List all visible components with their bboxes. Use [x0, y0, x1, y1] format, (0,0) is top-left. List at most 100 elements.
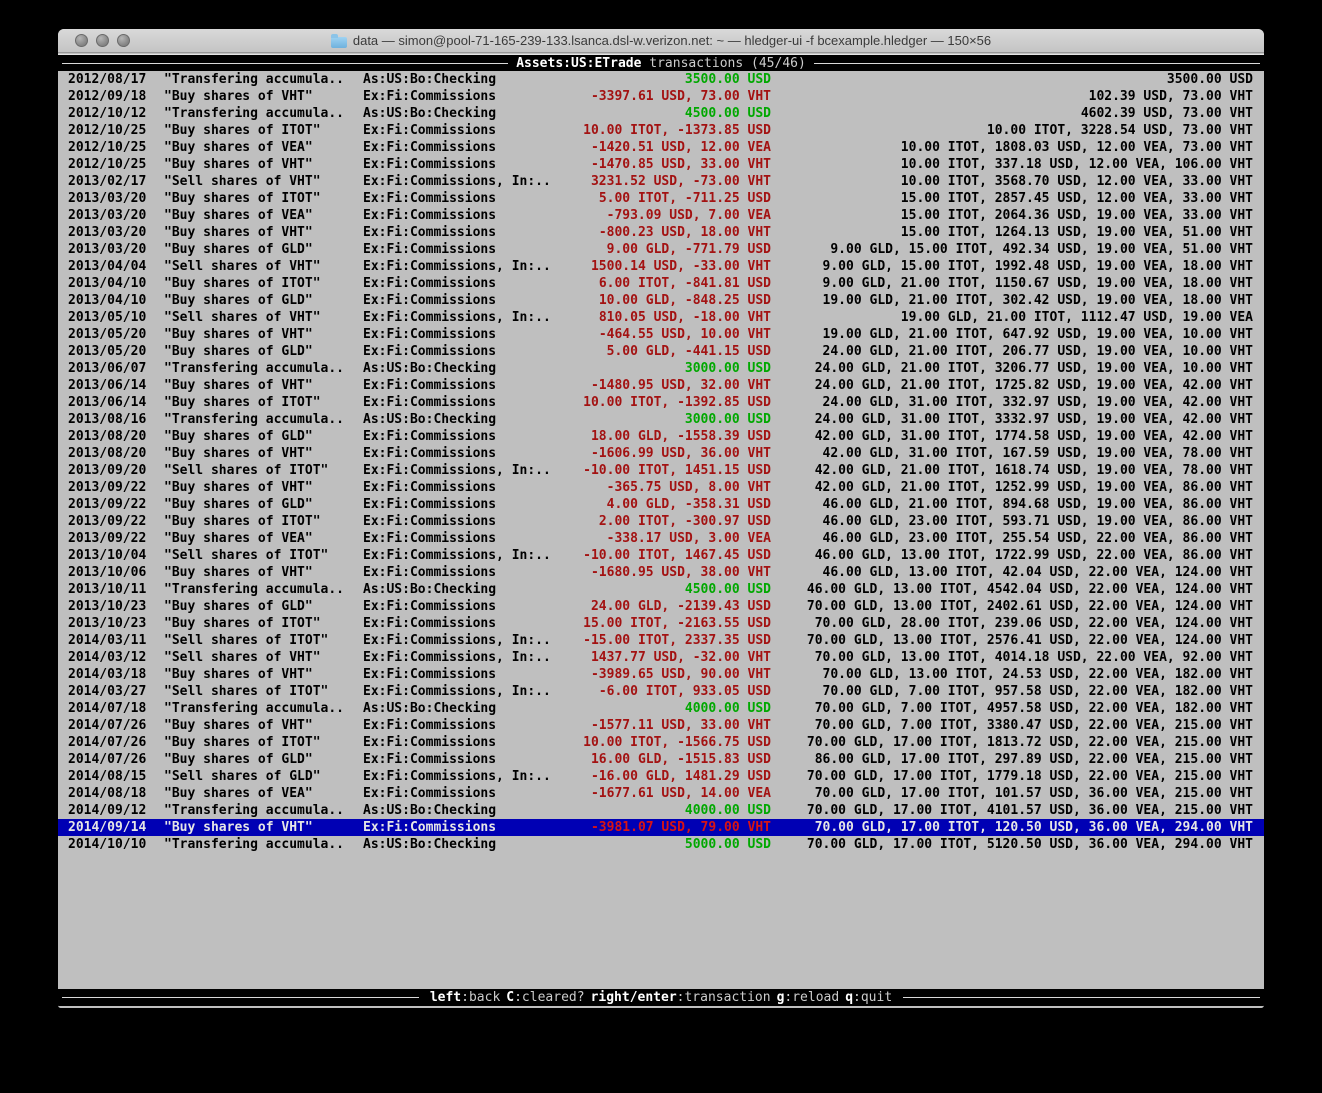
transaction-row[interactable]: 2013/10/23 "Buy shares of GLD" Ex:Fi:Com…: [58, 598, 1264, 615]
tx-date: 2012/10/12: [68, 105, 164, 122]
tx-account: As:US:Bo:Checking: [363, 411, 573, 428]
divider-line: [62, 63, 508, 64]
transaction-row[interactable]: 2014/03/18 "Buy shares of VHT" Ex:Fi:Com…: [58, 666, 1264, 683]
tx-description: "Transfering accumula..: [164, 71, 363, 88]
tx-account: As:US:Bo:Checking: [363, 360, 573, 377]
transaction-row[interactable]: 2013/03/20 "Buy shares of VHT" Ex:Fi:Com…: [58, 224, 1264, 241]
tx-change: -3981.07 USD, 79.00 VHT: [573, 819, 771, 836]
tx-account: Ex:Fi:Commissions: [363, 122, 573, 139]
tx-description: "Buy shares of VHT": [164, 666, 363, 683]
transaction-row[interactable]: 2013/04/04 "Sell shares of VHT" Ex:Fi:Co…: [58, 258, 1264, 275]
transaction-row[interactable]: 2013/06/07 "Transfering accumula.. As:US…: [58, 360, 1264, 377]
keybinding-hint: right/enter:transaction: [591, 990, 771, 1005]
tx-change: 18.00 GLD, -1558.39 USD: [573, 428, 771, 445]
tx-change: 9.00 GLD, -771.79 USD: [573, 241, 771, 258]
tx-change: -16.00 GLD, 1481.29 USD: [573, 768, 771, 785]
transaction-row[interactable]: 2013/09/22 "Buy shares of GLD" Ex:Fi:Com…: [58, 496, 1264, 513]
transaction-row[interactable]: 2012/10/25 "Buy shares of VEA" Ex:Fi:Com…: [58, 139, 1264, 156]
tx-description: "Buy shares of VHT": [164, 88, 363, 105]
tx-change: 10.00 GLD, -848.25 USD: [573, 292, 771, 309]
transaction-row[interactable]: 2014/03/27 "Sell shares of ITOT" Ex:Fi:C…: [58, 683, 1264, 700]
tx-balance: 10.00 ITOT, 337.18 USD, 12.00 VEA, 106.0…: [771, 156, 1253, 173]
tx-balance: 15.00 ITOT, 2064.36 USD, 19.00 VEA, 33.0…: [771, 207, 1253, 224]
transaction-row[interactable]: 2013/10/04 "Sell shares of ITOT" Ex:Fi:C…: [58, 547, 1264, 564]
tx-change: -1420.51 USD, 12.00 VEA: [573, 139, 771, 156]
transaction-row[interactable]: 2013/03/20 "Buy shares of GLD" Ex:Fi:Com…: [58, 241, 1264, 258]
transaction-row[interactable]: 2013/06/14 "Buy shares of VHT" Ex:Fi:Com…: [58, 377, 1264, 394]
transaction-row[interactable]: 2013/05/10 "Sell shares of VHT" Ex:Fi:Co…: [58, 309, 1264, 326]
tx-account: Ex:Fi:Commissions: [363, 343, 573, 360]
tx-date: 2013/10/23: [68, 615, 164, 632]
tx-balance: 24.00 GLD, 31.00 ITOT, 3332.97 USD, 19.0…: [771, 411, 1253, 428]
transaction-row[interactable]: 2014/07/18 "Transfering accumula.. As:US…: [58, 700, 1264, 717]
transaction-row[interactable]: 2014/08/18 "Buy shares of VEA" Ex:Fi:Com…: [58, 785, 1264, 802]
transaction-row[interactable]: 2014/03/11 "Sell shares of ITOT" Ex:Fi:C…: [58, 632, 1264, 649]
transaction-row[interactable]: 2013/03/20 "Buy shares of VEA" Ex:Fi:Com…: [58, 207, 1264, 224]
tx-account: Ex:Fi:Commissions: [363, 156, 573, 173]
tx-change: -10.00 ITOT, 1467.45 USD: [573, 547, 771, 564]
transaction-row[interactable]: 2013/10/11 "Transfering accumula.. As:US…: [58, 581, 1264, 598]
tx-account: Ex:Fi:Commissions: [363, 190, 573, 207]
transaction-row[interactable]: 2014/09/14 "Buy shares of VHT" Ex:Fi:Com…: [58, 819, 1264, 836]
transaction-row[interactable]: 2013/09/22 "Buy shares of VHT" Ex:Fi:Com…: [58, 479, 1264, 496]
transaction-row[interactable]: 2013/06/14 "Buy shares of ITOT" Ex:Fi:Co…: [58, 394, 1264, 411]
transaction-row[interactable]: 2014/08/15 "Sell shares of GLD" Ex:Fi:Co…: [58, 768, 1264, 785]
transaction-row[interactable]: 2012/10/25 "Buy shares of ITOT" Ex:Fi:Co…: [58, 122, 1264, 139]
transaction-row[interactable]: 2012/10/12 "Transfering accumula.. As:US…: [58, 105, 1264, 122]
tx-description: "Buy shares of VHT": [164, 564, 363, 581]
transaction-row[interactable]: 2014/10/10 "Transfering accumula.. As:US…: [58, 836, 1264, 853]
tx-balance: 70.00 GLD, 7.00 ITOT, 3380.47 USD, 22.00…: [771, 717, 1253, 734]
transaction-row[interactable]: 2013/09/22 "Buy shares of VEA" Ex:Fi:Com…: [58, 530, 1264, 547]
transaction-row[interactable]: 2014/07/26 "Buy shares of GLD" Ex:Fi:Com…: [58, 751, 1264, 768]
tx-balance: 4602.39 USD, 73.00 VHT: [771, 105, 1253, 122]
folder-icon: [331, 37, 347, 48]
tx-balance: 24.00 GLD, 21.00 ITOT, 1725.82 USD, 19.0…: [771, 377, 1253, 394]
transaction-row[interactable]: 2013/09/22 "Buy shares of ITOT" Ex:Fi:Co…: [58, 513, 1264, 530]
transaction-row[interactable]: 2013/10/06 "Buy shares of VHT" Ex:Fi:Com…: [58, 564, 1264, 581]
tx-change: -10.00 ITOT, 1451.15 USD: [573, 462, 771, 479]
tx-description: "Buy shares of VHT": [164, 445, 363, 462]
transaction-row[interactable]: 2012/09/18 "Buy shares of VHT" Ex:Fi:Com…: [58, 88, 1264, 105]
tx-balance: 70.00 GLD, 17.00 ITOT, 4101.57 USD, 36.0…: [771, 802, 1253, 819]
window-titlebar[interactable]: data — simon@pool-71-165-239-133.lsanca.…: [58, 29, 1264, 53]
tx-description: "Buy shares of GLD": [164, 292, 363, 309]
transaction-row[interactable]: 2014/07/26 "Buy shares of ITOT" Ex:Fi:Co…: [58, 734, 1264, 751]
transaction-row[interactable]: 2013/08/20 "Buy shares of GLD" Ex:Fi:Com…: [58, 428, 1264, 445]
transaction-row[interactable]: 2013/05/20 "Buy shares of VHT" Ex:Fi:Com…: [58, 326, 1264, 343]
transaction-row[interactable]: 2013/05/20 "Buy shares of GLD" Ex:Fi:Com…: [58, 343, 1264, 360]
register-header-bar: Assets:US:ETrade transactions (45/46): [58, 54, 1264, 71]
tx-date: 2013/02/17: [68, 173, 164, 190]
tx-change: 3231.52 USD, -73.00 VHT: [573, 173, 771, 190]
transaction-row[interactable]: 2013/02/17 "Sell shares of VHT" Ex:Fi:Co…: [58, 173, 1264, 190]
tx-change: 16.00 GLD, -1515.83 USD: [573, 751, 771, 768]
transaction-row[interactable]: 2014/03/12 "Sell shares of VHT" Ex:Fi:Co…: [58, 649, 1264, 666]
transaction-row[interactable]: 2013/09/20 "Sell shares of ITOT" Ex:Fi:C…: [58, 462, 1264, 479]
tx-date: 2014/07/26: [68, 717, 164, 734]
transaction-row[interactable]: 2013/08/16 "Transfering accumula.. As:US…: [58, 411, 1264, 428]
minimize-button[interactable]: [96, 34, 109, 47]
tx-account: Ex:Fi:Commissions: [363, 496, 573, 513]
register-header: Assets:US:ETrade transactions (45/46): [512, 56, 810, 71]
transaction-row[interactable]: 2013/04/10 "Buy shares of ITOT" Ex:Fi:Co…: [58, 275, 1264, 292]
tx-balance: 24.00 GLD, 21.00 ITOT, 206.77 USD, 19.00…: [771, 343, 1253, 360]
transaction-row[interactable]: 2012/10/25 "Buy shares of VHT" Ex:Fi:Com…: [58, 156, 1264, 173]
transaction-row[interactable]: 2012/08/17 "Transfering accumula.. As:US…: [58, 71, 1264, 88]
tx-change: -464.55 USD, 10.00 VHT: [573, 326, 771, 343]
tx-change: 10.00 ITOT, -1373.85 USD: [573, 122, 771, 139]
close-button[interactable]: [75, 34, 88, 47]
transaction-row[interactable]: 2014/09/12 "Transfering accumula.. As:US…: [58, 802, 1264, 819]
transaction-row[interactable]: 2013/04/10 "Buy shares of GLD" Ex:Fi:Com…: [58, 292, 1264, 309]
tx-account: Ex:Fi:Commissions, In:..: [363, 683, 573, 700]
zoom-button[interactable]: [117, 34, 130, 47]
tx-date: 2013/04/04: [68, 258, 164, 275]
tx-date: 2013/03/20: [68, 190, 164, 207]
transaction-row[interactable]: 2013/08/20 "Buy shares of VHT" Ex:Fi:Com…: [58, 445, 1264, 462]
tx-description: "Buy shares of VHT": [164, 377, 363, 394]
transaction-row[interactable]: 2013/03/20 "Buy shares of ITOT" Ex:Fi:Co…: [58, 190, 1264, 207]
tx-date: 2013/03/20: [68, 224, 164, 241]
tx-date: 2014/08/18: [68, 785, 164, 802]
tx-balance: 70.00 GLD, 17.00 ITOT, 1779.18 USD, 22.0…: [771, 768, 1253, 785]
tx-change: 3000.00 USD: [573, 411, 771, 428]
transaction-row[interactable]: 2014/07/26 "Buy shares of VHT" Ex:Fi:Com…: [58, 717, 1264, 734]
transaction-row[interactable]: 2013/10/23 "Buy shares of ITOT" Ex:Fi:Co…: [58, 615, 1264, 632]
